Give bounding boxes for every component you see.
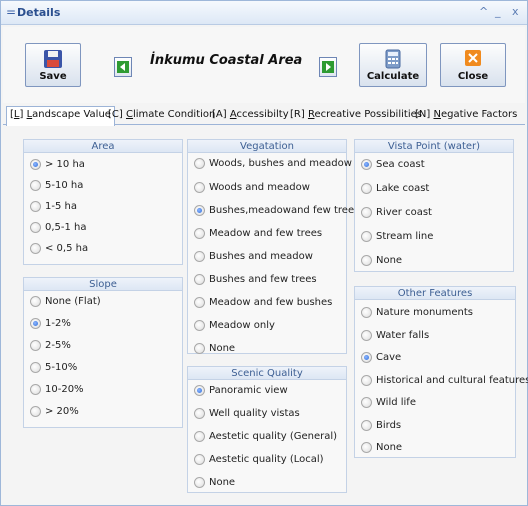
window-title: Details bbox=[17, 6, 61, 19]
details-window: = Details ^ _ x Save İnkumu Coastal Area bbox=[0, 0, 528, 506]
save-label: Save bbox=[39, 71, 67, 82]
radio-icon bbox=[194, 454, 205, 465]
radio-icon bbox=[361, 397, 372, 408]
arrow-left-icon bbox=[117, 61, 129, 73]
radio-icon bbox=[194, 158, 205, 169]
radio-icon bbox=[30, 159, 41, 170]
radio-icon bbox=[30, 222, 41, 233]
floppy-disk-icon bbox=[43, 49, 63, 72]
collapse-icon[interactable]: ^ bbox=[479, 5, 488, 18]
save-button[interactable]: Save bbox=[25, 43, 81, 87]
radio-icon bbox=[30, 384, 41, 395]
landscape-value-panel: Area > 10 ha 5-10 ha 1-5 ha 0,5-1 ha < 0… bbox=[3, 126, 528, 503]
radio-icon bbox=[194, 431, 205, 442]
radio-icon bbox=[361, 183, 372, 194]
tab-recreative-possibilities[interactable]: [R] Recreative Possibilities bbox=[287, 107, 425, 125]
slope-group: Slope None (Flat) 1-2% 2-5% 5-10% 10-20%… bbox=[23, 277, 183, 428]
radio-icon bbox=[30, 296, 41, 307]
minimize-icon[interactable]: _ bbox=[495, 5, 501, 18]
radio-icon bbox=[194, 182, 205, 193]
next-button[interactable] bbox=[319, 57, 337, 77]
other-features-group: Other Features Nature monuments Water fa… bbox=[354, 286, 528, 458]
area-group-title: Area bbox=[24, 140, 182, 153]
radio-icon bbox=[194, 205, 205, 216]
radio-icon bbox=[361, 442, 372, 453]
radio-icon bbox=[30, 362, 41, 373]
close-label: Close bbox=[457, 71, 489, 82]
close-window-icon[interactable]: x bbox=[512, 5, 519, 18]
close-x-icon bbox=[464, 49, 482, 70]
radio-icon bbox=[361, 307, 372, 318]
radio-icon bbox=[194, 251, 205, 262]
slope-group-title: Slope bbox=[24, 278, 182, 291]
calculate-button[interactable]: Calculate bbox=[359, 43, 427, 87]
radio-icon bbox=[30, 340, 41, 351]
radio-icon bbox=[194, 408, 205, 419]
area-group: Area > 10 ha 5-10 ha 1-5 ha 0,5-1 ha < 0… bbox=[23, 139, 183, 265]
tab-accessibility[interactable]: [A] Accessibilty bbox=[209, 107, 292, 125]
vegetation-group: Vegatation Woods, bushes and meadow Wood… bbox=[187, 139, 359, 354]
radio-icon bbox=[30, 318, 41, 329]
vista-point-group: Vista Point (water) Sea coast Lake coast… bbox=[354, 139, 514, 272]
radio-icon bbox=[361, 207, 372, 218]
radio-icon bbox=[194, 228, 205, 239]
radio-icon bbox=[361, 420, 372, 431]
radio-icon bbox=[361, 352, 372, 363]
tab-bar: [L] Landscape Value [C] Climate Conditio… bbox=[3, 105, 525, 126]
radio-icon bbox=[194, 297, 205, 308]
vista-point-group-title: Vista Point (water) bbox=[355, 140, 513, 153]
title-bar: = Details ^ _ x bbox=[1, 1, 527, 25]
scenic-quality-group: Scenic Quality Panoramic view Well quali… bbox=[187, 366, 347, 493]
calculator-icon bbox=[385, 49, 401, 72]
vegetation-group-title: Vegatation bbox=[188, 140, 346, 153]
calculate-label: Calculate bbox=[366, 71, 420, 82]
radio-icon bbox=[30, 201, 41, 212]
arrow-right-icon bbox=[322, 61, 334, 73]
tab-landscape-value[interactable]: [L] Landscape Value bbox=[6, 106, 115, 126]
tab-climate-condition[interactable]: [C] Climate Condition bbox=[105, 107, 218, 125]
area-title: İnkumu Coastal Area bbox=[150, 53, 303, 68]
radio-icon bbox=[194, 343, 205, 354]
radio-icon bbox=[30, 243, 41, 254]
radio-icon bbox=[30, 180, 41, 191]
radio-icon bbox=[361, 375, 372, 386]
other-features-group-title: Other Features bbox=[355, 287, 515, 300]
close-button[interactable]: Close bbox=[440, 43, 506, 87]
radio-icon bbox=[30, 406, 41, 417]
radio-icon bbox=[194, 320, 205, 331]
radio-icon bbox=[194, 274, 205, 285]
radio-icon bbox=[361, 255, 372, 266]
tab-negative-factors[interactable]: [N] Negative Factors bbox=[412, 107, 520, 125]
radio-icon bbox=[361, 159, 372, 170]
scenic-quality-group-title: Scenic Quality bbox=[188, 367, 346, 380]
previous-button[interactable] bbox=[114, 57, 132, 77]
radio-icon bbox=[361, 231, 372, 242]
radio-icon bbox=[194, 385, 205, 396]
toolbar: Save İnkumu Coastal Area Calculate Close bbox=[3, 27, 525, 103]
radio-icon bbox=[361, 330, 372, 341]
radio-icon bbox=[194, 477, 205, 488]
window-menu-icon[interactable]: = bbox=[6, 5, 16, 19]
